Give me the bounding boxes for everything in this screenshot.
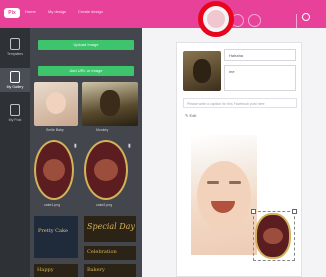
post-card: Hahaha me Please write a caption for thi… — [176, 42, 302, 277]
thumb-label: Smile Baby — [46, 128, 64, 132]
add-image-button[interactable]: Add URL or Image — [38, 66, 134, 76]
gallery-thumb-baby[interactable] — [34, 82, 78, 126]
file-icon — [10, 38, 20, 50]
gallery-panel: Upload Image Add URL or Image Smile Baby… — [30, 28, 142, 277]
gallery-thumb-card[interactable]: Celebration — [84, 246, 136, 260]
file-label: cake1.png — [44, 203, 61, 207]
file-label: cake2.png — [96, 203, 113, 207]
gallery-thumb-card[interactable]: Pretty Cake — [34, 216, 78, 258]
rail-item-templates[interactable]: Templates — [4, 38, 26, 56]
cake-image — [43, 158, 65, 182]
gallery-thumb-card[interactable]: Bakery — [84, 264, 136, 277]
menu-my-design[interactable]: My design — [48, 9, 66, 14]
thumb-label: Monkey — [96, 128, 109, 132]
gallery-thumb-monkey[interactable] — [82, 82, 138, 126]
baby-image — [46, 92, 66, 114]
selection-box[interactable] — [251, 209, 297, 261]
baby-eye — [207, 181, 219, 184]
avatar[interactable] — [183, 51, 221, 91]
rail-item-gallery[interactable]: My Gallery — [0, 68, 30, 92]
baby-face — [197, 161, 251, 231]
edit-link[interactable]: ✎ Edit — [185, 113, 196, 118]
menu-home[interactable]: Home — [25, 9, 36, 14]
user-icon[interactable] — [302, 13, 310, 21]
app-logo[interactable]: Pix — [4, 8, 20, 18]
caption-input[interactable]: Please write a caption for this Facebook… — [183, 98, 297, 108]
redo-icon[interactable] — [248, 14, 261, 27]
resize-handle[interactable] — [251, 209, 256, 214]
baby-photo[interactable] — [191, 135, 257, 255]
highlight-circle — [198, 1, 234, 37]
image-icon — [10, 71, 20, 83]
gallery-thumb-card[interactable]: Happy — [34, 264, 78, 277]
handle-field[interactable]: me — [224, 65, 296, 91]
resize-handle[interactable] — [292, 209, 297, 214]
post-icon — [10, 104, 20, 116]
monkey-image — [193, 59, 211, 83]
gallery-thumb-card[interactable]: Special Day — [84, 216, 136, 242]
menu-create-design[interactable]: Create design — [78, 9, 103, 14]
gallery-thumb-cake[interactable] — [34, 140, 74, 200]
name-field[interactable]: Hahaha — [224, 49, 296, 61]
delete-icon[interactable]: ▮ — [74, 143, 77, 149]
gallery-thumb-cake[interactable] — [84, 140, 128, 200]
edit-label: Edit — [189, 113, 197, 118]
left-rail: Templates My Gallery My Post — [0, 28, 30, 277]
cake-image — [94, 158, 118, 182]
rail-item-post[interactable]: My Post — [4, 104, 26, 122]
toolbar-divider — [296, 14, 297, 28]
upload-image-button[interactable]: Upload Image — [38, 40, 134, 50]
baby-eye — [229, 181, 241, 184]
top-bar: Pix Home My design Create design — [0, 0, 326, 28]
preview-toggle-icon[interactable] — [207, 10, 225, 28]
monkey-image — [100, 90, 120, 116]
delete-icon[interactable]: ▮ — [128, 143, 131, 149]
